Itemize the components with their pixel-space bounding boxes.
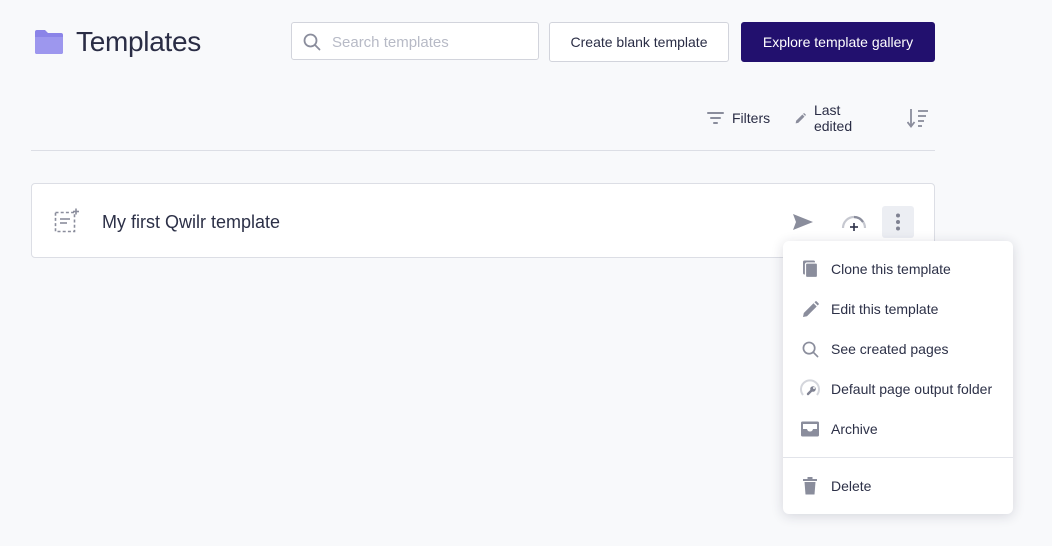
menu-divider xyxy=(783,457,1013,458)
page-header: Templates Create blank template Explore … xyxy=(0,0,1052,90)
sort-descending-icon xyxy=(907,109,928,128)
sort-direction-button[interactable] xyxy=(907,106,937,130)
page-title: Templates xyxy=(76,26,201,57)
more-options-button[interactable] xyxy=(882,206,914,238)
template-context-menu: Clone this template Edit this template S… xyxy=(783,241,1013,514)
clone-icon xyxy=(799,259,821,279)
pencil-icon xyxy=(799,299,821,319)
menu-item-delete[interactable]: Delete xyxy=(783,468,1013,504)
sort-label: Last edited xyxy=(813,102,853,134)
menu-item-label: See created pages xyxy=(831,341,949,357)
menu-item-see-created-pages[interactable]: See created pages xyxy=(783,331,1013,367)
search-icon xyxy=(799,339,821,359)
template-name[interactable]: My first Qwilr template xyxy=(102,212,280,233)
menu-item-default-output-folder[interactable]: Default page output folder xyxy=(783,371,1013,407)
menu-item-label: Archive xyxy=(831,421,878,437)
template-icon xyxy=(54,208,79,233)
search-icon xyxy=(303,33,321,51)
filters-label: Filters xyxy=(732,110,771,126)
sort-by-button[interactable]: Last edited xyxy=(795,102,858,134)
header-divider xyxy=(31,150,935,151)
archive-icon xyxy=(799,419,821,439)
create-page-button[interactable] xyxy=(838,206,870,238)
folder-gear-icon xyxy=(799,379,821,399)
search-input[interactable] xyxy=(330,23,534,61)
pencil-icon xyxy=(795,112,806,123)
create-blank-template-button[interactable]: Create blank template xyxy=(549,22,729,62)
more-vertical-icon xyxy=(896,213,900,231)
create-page-icon xyxy=(841,215,867,231)
filters-button[interactable]: Filters xyxy=(707,106,770,130)
menu-item-label: Default page output folder xyxy=(831,381,993,397)
folder-icon xyxy=(35,30,63,54)
menu-item-edit[interactable]: Edit this template xyxy=(783,291,1013,327)
explore-template-gallery-button[interactable]: Explore template gallery xyxy=(741,22,935,62)
menu-item-archive[interactable]: Archive xyxy=(783,411,1013,447)
trash-icon xyxy=(799,476,821,496)
menu-item-label: Edit this template xyxy=(831,301,939,317)
send-icon xyxy=(793,214,813,230)
search-box[interactable] xyxy=(291,22,539,61)
menu-item-clone[interactable]: Clone this template xyxy=(783,251,1013,287)
menu-item-label: Clone this template xyxy=(831,261,951,277)
menu-item-label: Delete xyxy=(831,478,872,494)
send-template-button[interactable] xyxy=(787,206,819,238)
filter-icon xyxy=(707,112,724,124)
